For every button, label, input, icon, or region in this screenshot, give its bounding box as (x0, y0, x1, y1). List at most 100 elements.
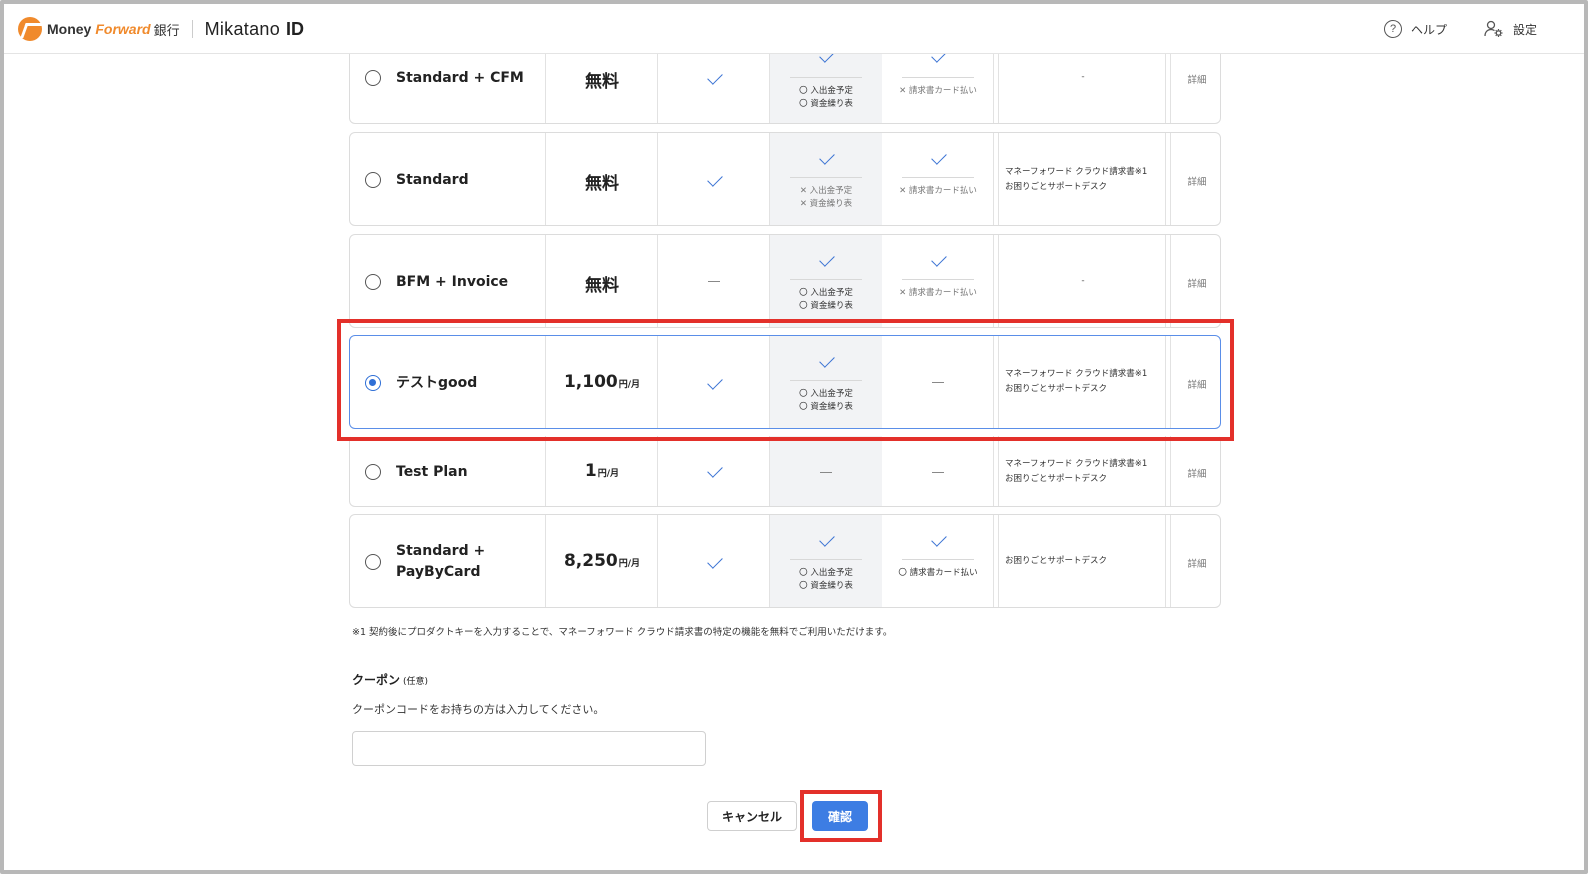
app-window: Money Forward 銀行 Mikatano ID ? ヘルプ 設定 St… (0, 0, 1588, 874)
card-payment-feature-cell (882, 436, 994, 506)
divider (902, 177, 974, 178)
detail-cell: 詳細 (1170, 235, 1220, 327)
feature-text: 〇 請求書カード払い (898, 568, 978, 578)
logo-bank-text: 銀行 (153, 23, 180, 39)
top-bar: Money Forward 銀行 Mikatano ID ? ヘルプ 設定 (4, 4, 1584, 54)
check-icon (931, 149, 947, 165)
divider (790, 279, 862, 280)
check-icon (931, 251, 947, 267)
cash-flow-feature-cell: 〇 入出金予定 〇 資金繰り表 (770, 515, 882, 607)
feature-text: ✕ 請求書カード払い (899, 288, 977, 298)
plan-price-cell: 8,250円/月 (546, 515, 658, 607)
support-cell: お困りごとサポートデスク (998, 515, 1166, 607)
plan-name-cell: テストgood (350, 336, 546, 428)
feature-text: ✕ 入出金予定 ✕ 資金繰り表 (799, 186, 853, 209)
cash-flow-feature-cell: 〇 入出金予定 〇 資金繰り表 (770, 336, 882, 428)
confirm-button[interactable]: 確認 (812, 801, 868, 831)
dash-icon (708, 281, 720, 282)
cancel-button[interactable]: キャンセル (707, 801, 797, 831)
plan-radio-selected[interactable] (365, 375, 381, 391)
divider (790, 177, 862, 178)
plan-name-cell: Standard + PayByCard (350, 515, 546, 607)
plan-price-cell: 無料 (546, 133, 658, 225)
detail-link[interactable]: 詳細 (1171, 276, 1220, 290)
coupon-input[interactable] (352, 731, 706, 766)
dash-icon (820, 472, 832, 473)
divider (790, 380, 862, 381)
plan-name: BFM + Invoice (396, 274, 509, 290)
support-text: マネーフォワード クラウド請求書※1 お困りごとサポートデスク (1005, 369, 1148, 394)
logo[interactable]: Money Forward 銀行 Mikatano ID (18, 17, 304, 41)
card-payment-feature-cell: ✕ 請求書カード払い (882, 133, 994, 225)
dash-icon (932, 382, 944, 383)
plan-radio[interactable] (365, 274, 381, 290)
plan-name-cell: Standard (350, 133, 546, 225)
plan-price: 8,250円/月 (563, 551, 641, 571)
card-payment-feature-cell: 〇 請求書カード払い (882, 515, 994, 607)
feature-text: 〇 入出金予定 〇 資金繰り表 (799, 568, 853, 591)
plan-row-test-plan[interactable]: Test Plan 1円/月 マネーフォワード クラウド請求書※1 お困りごとサ… (349, 435, 1221, 507)
plan-price: 1,100円/月 (563, 372, 641, 392)
cash-flow-feature-cell (770, 436, 882, 506)
plan-price: 1円/月 (584, 461, 620, 481)
detail-cell: 詳細 (1170, 515, 1220, 607)
support-cell: - (998, 235, 1166, 327)
plan-check-cell (658, 133, 770, 225)
plan-name: Standard + PayByCard (396, 543, 486, 580)
plan-row-bfm-invoice[interactable]: BFM + Invoice 無料 〇 入出金予定 〇 資金繰り表 ✕ 請求書カー… (349, 234, 1221, 328)
user-gear-icon (1484, 20, 1503, 37)
check-icon (707, 553, 723, 569)
support-cell: マネーフォワード クラウド請求書※1 お困りごとサポートデスク (998, 436, 1166, 506)
check-icon (707, 374, 723, 390)
check-icon (819, 531, 835, 547)
dash-icon (932, 472, 944, 473)
detail-cell: 詳細 (1170, 436, 1220, 506)
plan-row-standard-paybycard[interactable]: Standard + PayByCard 8,250円/月 〇 入出金予定 〇 … (349, 514, 1221, 608)
check-icon (707, 462, 723, 478)
settings-label: 設定 (1513, 22, 1538, 37)
plan-check-cell (658, 235, 770, 327)
plan-name: Test Plan (396, 464, 468, 480)
check-icon (819, 251, 835, 267)
plan-radio[interactable] (365, 554, 381, 570)
check-icon (707, 171, 723, 187)
plan-price-cell: 無料 (546, 235, 658, 327)
plan-price-cell: 1,100円/月 (546, 336, 658, 428)
plan-radio[interactable] (365, 172, 381, 188)
support-text: - (1081, 72, 1085, 82)
help-link[interactable]: ? ヘルプ (1384, 20, 1447, 38)
feature-text: 〇 入出金予定 〇 資金繰り表 (799, 389, 853, 412)
detail-link[interactable]: 詳細 (1171, 466, 1220, 480)
money-forward-logo-icon (18, 17, 42, 41)
logo-mikatano-text: Mikatano (204, 18, 281, 39)
check-icon (707, 69, 723, 85)
cash-flow-feature-cell: ✕ 入出金予定 ✕ 資金繰り表 (770, 133, 882, 225)
detail-cell: 詳細 (1170, 336, 1220, 428)
divider (790, 77, 862, 78)
plan-check-cell (658, 436, 770, 506)
logo-divider (191, 20, 193, 38)
feature-text: ✕ 請求書カード払い (899, 86, 977, 96)
plan-price: 無料 (585, 72, 619, 92)
cash-flow-feature-cell: 〇 入出金予定 〇 資金繰り表 (770, 235, 882, 327)
plan-check-cell (658, 336, 770, 428)
settings-link[interactable]: 設定 (1484, 20, 1537, 38)
detail-link[interactable]: 詳細 (1171, 377, 1220, 391)
detail-link[interactable]: 詳細 (1171, 174, 1220, 188)
plan-row-test-good[interactable]: テストgood 1,100円/月 〇 入出金予定 〇 資金繰り表 マネーフォワー… (349, 335, 1221, 429)
check-icon (819, 352, 835, 368)
footnote: ※1 契約後にプロダクトキーを入力することで、マネーフォワード クラウド請求書の… (352, 627, 893, 638)
detail-cell: 詳細 (1170, 133, 1220, 225)
divider (902, 279, 974, 280)
plan-row-standard[interactable]: Standard 無料 ✕ 入出金予定 ✕ 資金繰り表 ✕ 請求書カード払い マ… (349, 132, 1221, 226)
detail-link[interactable]: 詳細 (1171, 556, 1220, 570)
plan-radio[interactable] (365, 464, 381, 480)
logo-id-text: ID (286, 18, 305, 39)
feature-text: 〇 入出金予定 〇 資金繰り表 (799, 288, 853, 311)
support-text: マネーフォワード クラウド請求書※1 お困りごとサポートデスク (1005, 459, 1148, 484)
divider (790, 559, 862, 560)
detail-link[interactable]: 詳細 (1171, 72, 1220, 86)
plan-name-cell: Test Plan (350, 436, 546, 506)
plan-radio[interactable] (365, 70, 381, 86)
feature-text: ✕ 請求書カード払い (899, 186, 977, 196)
